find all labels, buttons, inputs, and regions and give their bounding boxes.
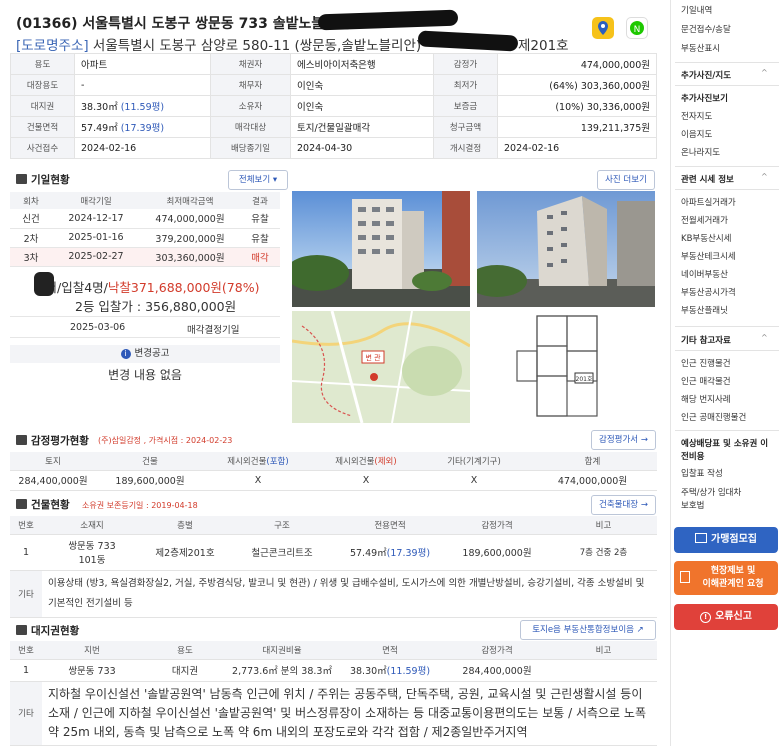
building-photo-1[interactable] [292,191,470,307]
sidebar-head-dividend[interactable]: 예상배당표 및 소유권 이 [681,437,768,449]
sidebar-item[interactable]: 온나라지도 [681,146,720,158]
case-info-table: 용도 아파트 채권자 에스비아이저축은행 감정가 474,000,000원 대장… [10,53,657,159]
second-bid-line: 2등 입찰가 : 356,880,000원 [75,299,237,314]
error-report-button[interactable]: ! 오류신고 [674,604,778,630]
view-all-button[interactable]: 전체보기 ▾ [228,170,288,190]
redaction-mark [34,272,54,296]
info-row: 건물면적 57.49㎡ (17.39평) 매각대상 토지/건물일괄매각 청구금액… [10,116,657,138]
sidebar-item[interactable]: 네이버부동산 [681,268,728,280]
land-icon [16,625,27,635]
bidding-table: 회차 매각기일 최저매각금액 결과 신건 2024-12-17 474,000,00… [10,192,280,267]
sidebar-item[interactable]: 문건접수/송달 [681,23,731,35]
appraisal-table: 토지 건물 제시외건물(포함) 제시외건물(제외) 기타(기계기구) 합계 28… [10,452,657,491]
appraisal-subtitle: (주)삼일감정 , 가격시점 : 2024-02-23 [98,436,233,445]
sidebar-item[interactable]: 인근 매각물건 [681,375,731,387]
road-address: [도로명주소] 서울특별시 도봉구 삼양로 580-11 (쌍문동,솔밭노블리안… [16,38,422,54]
land-info-button[interactable]: 토지e음 부동산통합정보이음 ↗ [520,620,656,640]
building-register-button[interactable]: 건축물대장 → [591,495,656,515]
info-row: 사건접수 2024-02-16 배당종기일 2024-04-30 개시결정 20… [10,137,657,159]
sidebar-head-dividend-2[interactable]: 전비용 [681,450,704,462]
appraisal-section-title: 감정평가현황 [16,433,89,448]
bidding-row: 신건 2024-12-17 474,000,000원 유찰 [10,209,280,229]
building-row: 1 쌍문동 733 101동 제2층제201호 철근콘크리트조 57.49㎡(17… [10,534,657,571]
bidding-section-title: 기일현황 [16,172,70,187]
more-photos-button[interactable]: 사진 더보기 [597,170,655,190]
notice-body: 변경 내용 없음 [108,368,182,382]
sidebar-head-refs[interactable]: 기타 참고자료 [681,334,731,346]
redaction-mark [417,30,519,52]
field-report-button[interactable]: 현장제보 및 이해관계인 요청 [674,561,778,595]
sidebar-item[interactable]: 인근 진행물건 [681,357,731,369]
sidebar-item[interactable]: 이음지도 [681,128,712,140]
calendar-icon [16,174,27,184]
sidebar-head-photos[interactable]: 추가사진/지도 [681,69,731,81]
appraisal-report-button[interactable]: 감정평가서 → [591,430,656,450]
info-row: 대지권 38.30㎡ (11.59평) 소유자 이인숙 보증금 (10%) 30… [10,95,657,117]
sidebar-item[interactable]: 부동산공시가격 [681,286,736,298]
address-tail: 제201호 [518,38,569,54]
sidebar-item[interactable]: 아파트실거래가 [681,196,736,208]
chevron-up-icon[interactable]: ^ [761,333,768,342]
sidebar-item[interactable]: 부동산표시 [681,42,720,54]
building-photo-2[interactable] [477,191,655,307]
location-map[interactable]: 변 관 [292,311,470,423]
decision-date-row: 2025-03-06 매각결정기일 [10,316,280,338]
sidebar-item[interactable]: 기일내역 [681,4,712,16]
building-icon [16,499,27,509]
document-icon [680,571,690,583]
sidebar-item[interactable]: 부동산플래닛 [681,304,728,316]
svg-text:변 관: 변 관 [365,353,381,362]
info-icon: i [120,349,131,359]
land-etc-row: 기타 지하철 우이신설선 '솔밭공원역' 남동측 인근에 위치 / 주위는 공동… [10,681,657,746]
sidebar-item-photos[interactable]: 추가사진보기 [681,92,728,104]
svg-text:N: N [634,25,641,35]
building-table: 번호 소재지 층별 구조 전용면적 감정가격 비고 1 쌍문동 733 101동 … [10,516,657,618]
floor-plan[interactable]: 201호 [477,311,655,423]
right-sidebar: 기일내역 문건접수/송달 부동산표시 추가사진/지도 ^ 추가사진보기 전자지도… [670,0,781,746]
building-subtitle: 소유권 보존등기일 : 2019-04-18 [82,501,198,510]
main-content: (01366) 서울특별시 도봉구 쌍문동 733 솔밭노블리안 [도로명주소]… [0,0,666,746]
svg-text:201호: 201호 [576,376,593,383]
map-pin-icon[interactable] [592,17,614,39]
building-section-title: 건물현황 [16,497,70,512]
store-icon [695,533,707,543]
sidebar-item[interactable]: 인근 공매진행물건 [681,411,746,423]
sidebar-item[interactable]: 입찰표 작성 [681,467,723,479]
land-table: 번호 지번 용도 대지권비율 면적 감정가격 비고 1 쌍문동 733 대지권 … [10,641,657,746]
hammer-icon [16,435,27,445]
case-address: (01366) 서울특별시 도봉구 쌍문동 733 솔밭노블리안 [16,16,351,32]
sidebar-item[interactable]: 주택/상가 임대차 [681,486,741,498]
naver-map-icon[interactable]: N [626,17,648,39]
bidding-row: 3차 2025-02-27 303,360,000원 매각 [10,247,280,267]
redaction-mark [317,9,459,31]
building-etc-row: 기타 이용상태 (방3, 욕실겸화장실2, 거실, 주방겸식당, 발코니 및 현… [10,570,657,618]
info-row: 용도 아파트 채권자 에스비아이저축은행 감정가 474,000,000원 [10,53,657,75]
partner-recruit-button[interactable]: 가맹점모집 [674,527,778,553]
notice-header: i 변경공고 [10,345,280,363]
alert-icon: ! [700,612,712,623]
sidebar-item[interactable]: 전자지도 [681,110,712,122]
chevron-up-icon[interactable]: ^ [761,68,768,77]
road-address-tag: [도로명주소] [16,38,89,54]
sidebar-item[interactable]: KB부동산시세 [681,232,732,244]
sidebar-item[interactable]: 전월세거래가 [681,214,728,226]
sidebar-item[interactable]: 보호법 [681,499,704,511]
land-row: 1 쌍문동 733 대지권 2,773.6㎡ 분의 38.3㎡ 38.30㎡(1… [10,659,657,682]
winning-bid-line: 최저/입찰4명/낙찰371,688,000원(78%) [34,280,260,295]
bidding-row: 2차 2025-01-16 379,200,000원 유찰 [10,228,280,248]
info-row: 대장용도 - 채무자 이인숙 최저가 (64%) 303,360,000원 [10,74,657,96]
sidebar-item[interactable]: 부동산테크시세 [681,250,736,262]
appraisal-row: 284,400,000원 189,600,000원 X X X 474,000,000원 [10,470,657,491]
sidebar-item[interactable]: 해당 번지사례 [681,393,731,405]
chevron-up-icon[interactable]: ^ [761,172,768,181]
land-section-title: 대지권현황 [16,623,79,638]
sidebar-head-prices[interactable]: 관련 시세 정보 [681,173,734,185]
